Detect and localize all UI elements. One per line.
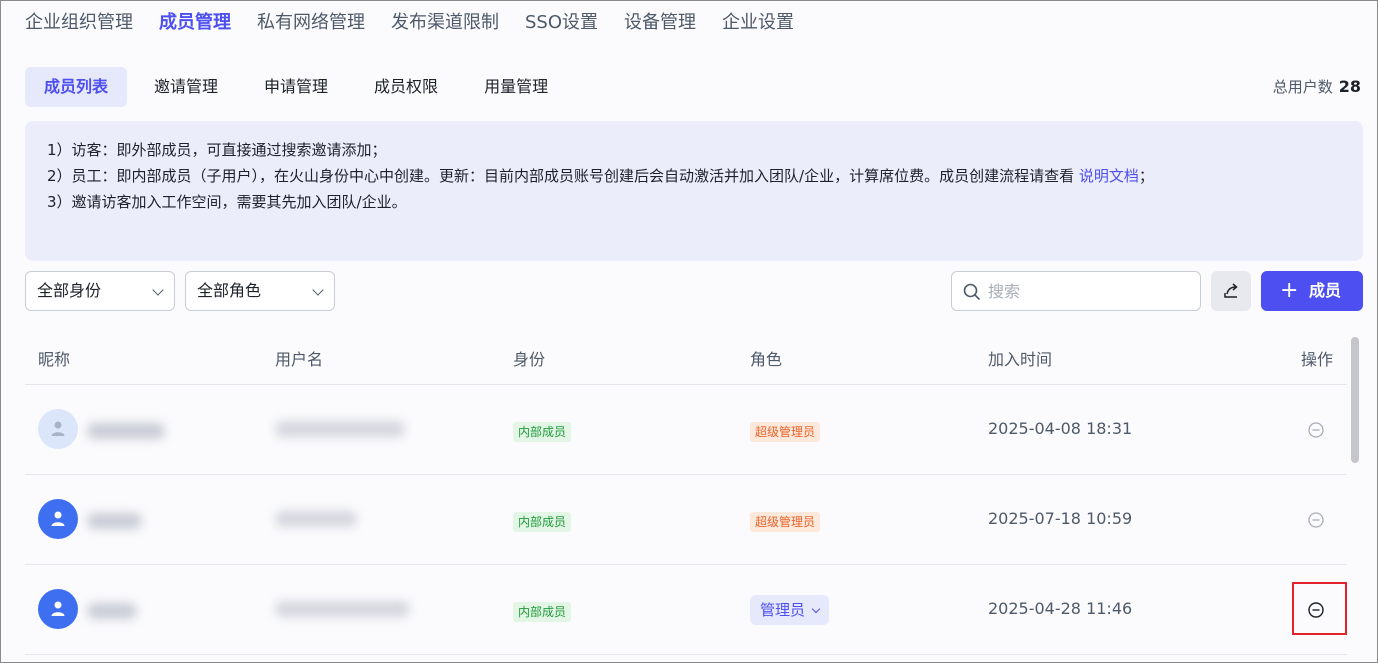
role-select-value: 管理员 — [760, 601, 806, 619]
topnav-item-org[interactable]: 企业组织管理 — [25, 9, 133, 39]
username-redacted — [275, 601, 410, 617]
identity-tag: 内部成员 — [513, 512, 572, 532]
chevron-down-icon — [811, 604, 821, 614]
tab-invite-management[interactable]: 邀请管理 — [135, 67, 237, 107]
topnav-item-private-network[interactable]: 私有网络管理 — [257, 9, 365, 39]
username-redacted — [275, 511, 357, 527]
search-input[interactable] — [988, 278, 1188, 304]
column-header-joined: 加入时间 — [988, 350, 1053, 369]
column-header-username: 用户名 — [275, 350, 324, 369]
user-count-value: 28 — [1338, 77, 1361, 96]
username-redacted — [275, 421, 405, 437]
nickname-redacted — [87, 603, 137, 619]
role-filter-select[interactable]: 全部角色 — [185, 271, 335, 311]
joined-time: 2025-04-28 11:46 — [988, 599, 1133, 618]
notice-line-2-end: ； — [1138, 167, 1154, 185]
role-filter-value: 全部角色 — [197, 281, 262, 300]
topnav-item-channel-limit[interactable]: 发布渠道限制 — [391, 9, 499, 39]
topnav-item-sso[interactable]: SSO设置 — [525, 9, 598, 39]
tab-member-permissions[interactable]: 成员权限 — [355, 67, 457, 107]
identity-filter-value: 全部身份 — [37, 281, 102, 300]
nickname-redacted — [87, 513, 142, 529]
column-header-nickname: 昵称 — [38, 350, 71, 369]
search-icon — [963, 283, 981, 305]
column-header-role: 角色 — [750, 350, 783, 369]
user-count: 总用户数 28 — [1273, 75, 1361, 99]
add-member-button[interactable]: + 成员 — [1261, 271, 1363, 311]
add-member-label: 成员 — [1309, 281, 1342, 300]
nickname-redacted — [87, 423, 165, 439]
table-row: 内部成员 超级管理员 2025-04-08 18:31 — [25, 385, 1347, 475]
identity-tag: 内部成员 — [513, 422, 572, 442]
top-nav: 企业组织管理 成员管理 私有网络管理 发布渠道限制 SSO设置 设备管理 企业设… — [25, 9, 820, 39]
avatar — [38, 409, 78, 449]
user-icon — [51, 511, 65, 526]
scrollbar-thumb[interactable] — [1351, 337, 1359, 463]
tab-member-list[interactable]: 成员列表 — [25, 67, 128, 107]
role-tag: 超级管理员 — [750, 512, 821, 532]
role-select[interactable]: 管理员 — [750, 595, 830, 625]
highlight-box — [1292, 582, 1347, 635]
remove-member-icon[interactable] — [1306, 510, 1326, 530]
notice-line-3: 3）邀请访客加入工作空间，需要其先加入团队/企业。 — [47, 193, 407, 211]
user-icon — [51, 601, 65, 616]
table-row: 内部成员 超级管理员 2025-07-18 10:59 — [25, 475, 1347, 565]
sub-tabs: 成员列表 邀请管理 申请管理 成员权限 用量管理 — [25, 67, 575, 107]
user-icon — [51, 421, 65, 436]
joined-time: 2025-07-18 10:59 — [988, 509, 1133, 528]
table-header: 昵称 用户名 身份 角色 加入时间 操作 — [25, 335, 1347, 385]
tab-request-management[interactable]: 申请管理 — [245, 67, 347, 107]
avatar — [38, 589, 78, 629]
identity-filter-select[interactable]: 全部身份 — [25, 271, 175, 311]
identity-tag: 内部成员 — [513, 602, 572, 622]
remove-member-icon[interactable] — [1306, 420, 1326, 440]
export-icon — [1224, 283, 1238, 298]
search-box — [951, 271, 1201, 311]
tab-usage-management[interactable]: 用量管理 — [465, 67, 567, 107]
column-header-actions: 操作 — [1301, 350, 1334, 369]
avatar — [38, 499, 78, 539]
export-button[interactable] — [1211, 271, 1251, 311]
table-row: 内部成员 管理员 2025-04-28 11:46 — [25, 565, 1347, 655]
user-count-label: 总用户数 — [1272, 78, 1333, 96]
notice-line-2: 2）员工：即内部成员（子用户），在火山身份中心中创建。更新：目前内部成员账号创建… — [47, 163, 1341, 189]
chevron-down-icon — [152, 284, 164, 296]
docs-link[interactable]: 说明文档 — [1079, 167, 1139, 185]
info-notice: 1）访客：即外部成员，可直接通过搜索邀请添加； 2）员工：即内部成员（子用户），… — [25, 121, 1363, 261]
chevron-down-icon — [312, 284, 324, 296]
notice-line-1: 1）访客：即外部成员，可直接通过搜索邀请添加； — [47, 141, 387, 159]
joined-time: 2025-04-08 18:31 — [988, 419, 1133, 438]
notice-line-2-text: 2）员工：即内部成员（子用户），在火山身份中心中创建。更新：目前内部成员账号创建… — [47, 167, 1079, 185]
plus-icon: + — [1280, 278, 1299, 303]
topnav-item-members[interactable]: 成员管理 — [159, 9, 231, 39]
app-frame: 企业组织管理 成员管理 私有网络管理 发布渠道限制 SSO设置 设备管理 企业设… — [0, 0, 1378, 663]
topnav-item-devices[interactable]: 设备管理 — [624, 9, 696, 39]
topnav-item-enterprise-settings[interactable]: 企业设置 — [722, 9, 794, 39]
role-tag: 超级管理员 — [750, 422, 821, 442]
column-header-identity: 身份 — [513, 350, 546, 369]
